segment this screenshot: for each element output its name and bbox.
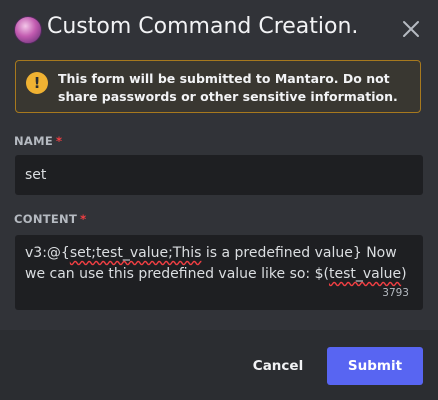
content-part: ) <box>401 266 407 282</box>
bot-avatar <box>14 16 42 44</box>
name-label: NAME * <box>14 134 62 148</box>
warning-notice: ! This form will be submitted to Mantaro… <box>15 60 421 113</box>
submit-button[interactable]: Submit <box>327 347 423 385</box>
cancel-button[interactable]: Cancel <box>238 347 318 385</box>
content-label-text: CONTENT <box>14 212 78 226</box>
content-part-misspelled: set;test_value;This <box>69 245 202 261</box>
notice-text: This form will be submitted to Mantaro. … <box>58 70 408 106</box>
char-counter: 3793 <box>382 287 409 299</box>
notice-text-before: This form will be submitted to <box>58 71 275 86</box>
modal-footer: Cancel Submit <box>0 330 438 400</box>
modal-title: Custom Command Creation. <box>47 14 359 39</box>
modal-header: Custom Command Creation. <box>0 0 438 60</box>
content-text: v3:@{set;test_value;This is a predefined… <box>25 243 413 285</box>
required-mark: * <box>80 212 87 226</box>
name-label-text: NAME <box>14 134 54 148</box>
close-icon[interactable] <box>398 16 424 42</box>
required-mark: * <box>56 134 63 148</box>
content-part: v3:@{ <box>25 245 70 261</box>
content-part-misspelled: test_value <box>328 266 402 282</box>
notice-app-name: Mantaro <box>274 71 334 86</box>
name-input[interactable]: set <box>15 155 423 195</box>
content-input[interactable]: v3:@{set;test_value;This is a predefined… <box>15 235 423 310</box>
content-label: CONTENT * <box>14 212 86 226</box>
warning-icon: ! <box>26 72 48 94</box>
